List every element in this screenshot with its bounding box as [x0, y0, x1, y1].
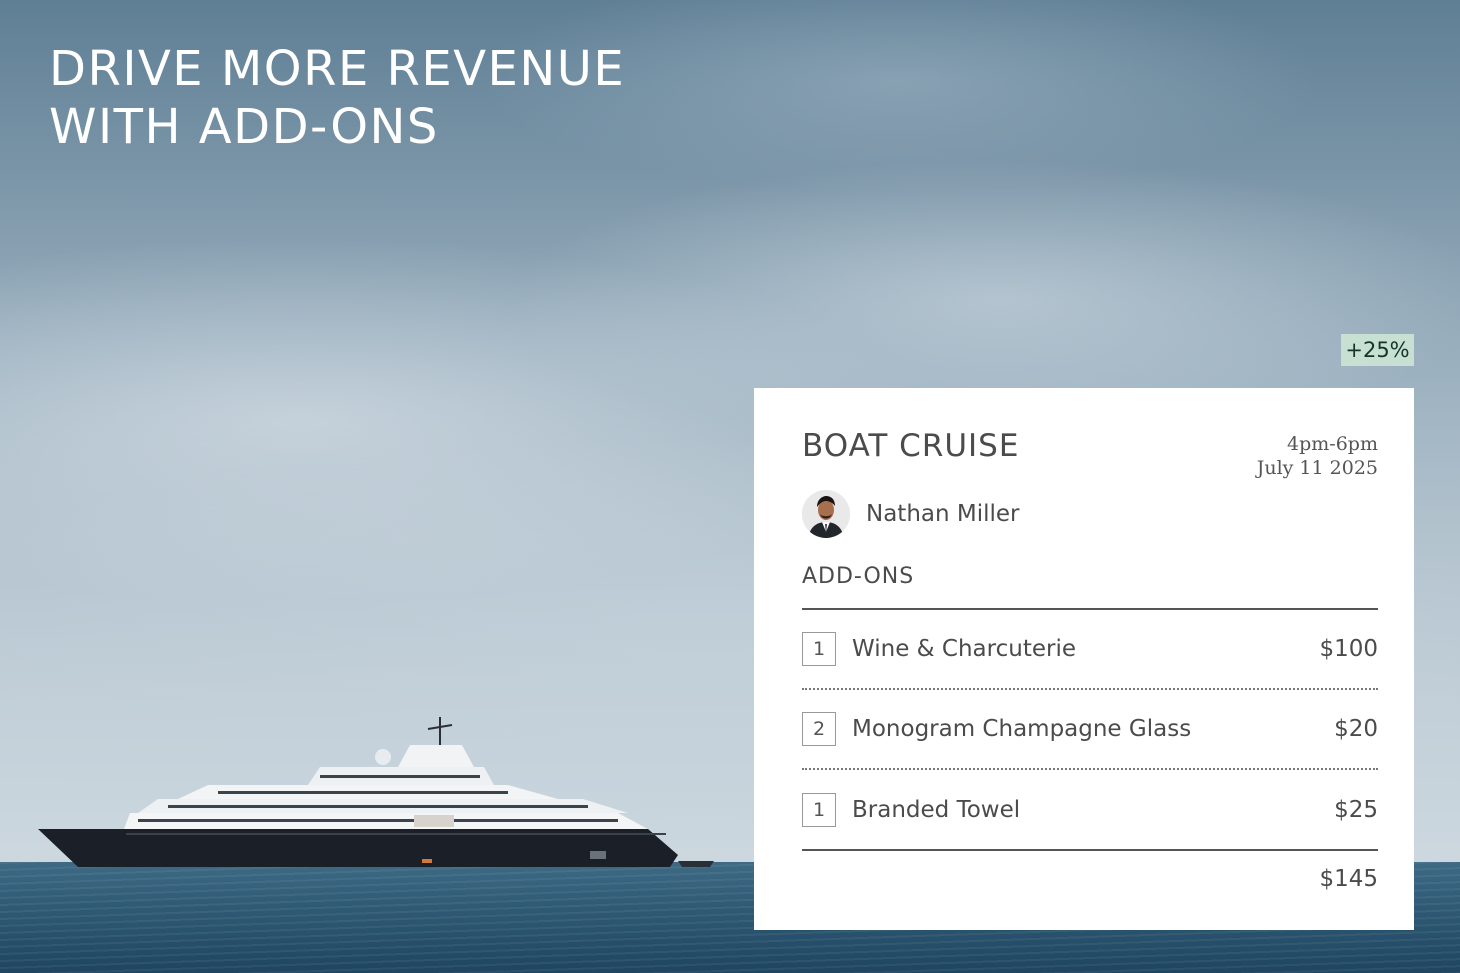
booking-card: BOAT CRUISE 4pm-6pm July 11 2025 Nathan … — [754, 388, 1414, 930]
host-name: Nathan Miller — [866, 501, 1020, 527]
event-datetime: 4pm-6pm July 11 2025 — [1257, 432, 1378, 480]
item-name: Wine & Charcuterie — [852, 636, 1076, 662]
quantity-box[interactable]: 1 — [802, 632, 836, 666]
item-price: $20 — [1334, 716, 1378, 742]
list-item[interactable]: 2 Monogram Champagne Glass $20 — [802, 690, 1378, 770]
headline-line-1: DRIVE MORE REVENUE — [49, 41, 626, 97]
list-item[interactable]: 1 Branded Towel $25 — [802, 770, 1378, 850]
list-item[interactable]: 1 Wine & Charcuterie $100 — [802, 610, 1378, 690]
event-date: July 11 2025 — [1256, 457, 1378, 479]
quantity-box[interactable]: 2 — [802, 712, 836, 746]
item-name: Branded Towel — [852, 797, 1021, 823]
headline: DRIVE MORE REVENUE WITH ADD-ONS — [49, 40, 625, 156]
total-price: $145 — [1319, 866, 1378, 892]
quantity-box[interactable]: 1 — [802, 793, 836, 827]
add-ons-heading: ADD-ONS — [802, 564, 915, 589]
item-name: Monogram Champagne Glass — [852, 716, 1192, 742]
item-price: $100 — [1319, 636, 1378, 662]
event-time: 4pm-6pm — [1287, 433, 1378, 455]
avatar — [802, 490, 850, 538]
cruise-ship-illustration — [38, 717, 714, 867]
item-price: $25 — [1334, 797, 1378, 823]
divider — [802, 849, 1378, 851]
person-avatar-icon — [802, 490, 850, 538]
add-ons-list: 1 Wine & Charcuterie $100 2 Monogram Cha… — [802, 610, 1378, 850]
revenue-growth-badge: +25% — [1341, 334, 1414, 366]
host: Nathan Miller — [802, 490, 1020, 538]
headline-line-2: WITH ADD-ONS — [49, 99, 439, 155]
event-title: BOAT CRUISE — [802, 428, 1020, 464]
